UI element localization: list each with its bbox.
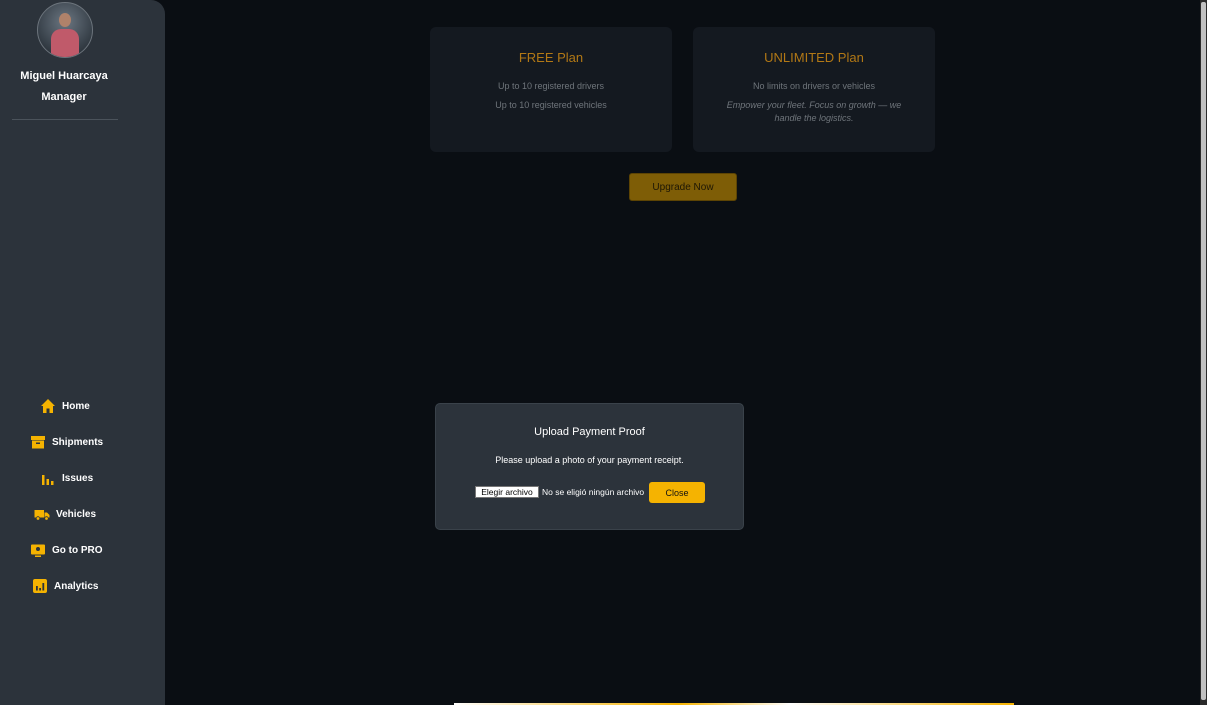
monitor-icon bbox=[31, 544, 45, 557]
plan-feature: No limits on drivers or vehicles bbox=[752, 81, 876, 91]
file-status-text: No se eligió ningún archivo bbox=[542, 487, 645, 497]
plan-title: UNLIMITED Plan bbox=[764, 50, 864, 65]
sidebar-item-label: Issues bbox=[62, 472, 94, 484]
sidebar-divider bbox=[12, 119, 118, 120]
plan-card-free: FREE Plan Up to 10 registered drivers Up… bbox=[430, 27, 672, 152]
plan-feature: Up to 10 registered vehicles bbox=[495, 100, 607, 110]
sidebar-item-label: Home bbox=[62, 400, 90, 412]
avatar-body bbox=[51, 29, 79, 57]
sidebar-item-label: Vehicles bbox=[56, 508, 97, 520]
modal-title: Upload Payment Proof bbox=[534, 426, 645, 438]
avatar-head bbox=[59, 13, 71, 27]
sidebar-item-home[interactable]: Home bbox=[40, 395, 90, 417]
user-role: Manager bbox=[41, 91, 87, 103]
sidebar-item-vehicles[interactable]: Vehicles bbox=[34, 503, 96, 525]
sidebar-item-label: Go to PRO bbox=[52, 544, 103, 556]
sidebar: Miguel Huarcaya Manager Home Shipments I… bbox=[0, 0, 165, 705]
plan-title: FREE Plan bbox=[518, 50, 584, 65]
sidebar-item-label: Shipments bbox=[52, 436, 104, 448]
bar-chart-icon bbox=[42, 475, 54, 485]
sidebar-item-issues[interactable]: Issues bbox=[40, 467, 93, 489]
scrollbar-thumb[interactable] bbox=[1201, 2, 1206, 700]
analytics-icon bbox=[33, 579, 47, 593]
home-icon bbox=[41, 399, 55, 413]
upload-payment-modal: Upload Payment Proof Please upload a pho… bbox=[435, 403, 744, 530]
sidebar-item-analytics[interactable]: Analytics bbox=[32, 575, 98, 597]
box-icon bbox=[31, 436, 45, 449]
close-button[interactable]: Close bbox=[649, 482, 705, 503]
user-name: Miguel Huarcaya bbox=[20, 70, 108, 82]
truck-icon bbox=[34, 510, 50, 521]
plan-feature: Up to 10 registered drivers bbox=[497, 81, 605, 91]
sidebar-item-go-to-pro[interactable]: Go to PRO bbox=[30, 539, 103, 561]
sidebar-item-label: Analytics bbox=[54, 580, 99, 592]
modal-description: Please upload a photo of your payment re… bbox=[495, 455, 684, 465]
choose-file-button[interactable]: Elegir archivo bbox=[475, 486, 539, 498]
avatar[interactable] bbox=[37, 2, 93, 58]
plan-tagline: Empower your fleet. Focus on growth — we… bbox=[726, 100, 902, 123]
upgrade-now-button[interactable]: Upgrade Now bbox=[629, 173, 737, 201]
sidebar-item-shipments[interactable]: Shipments bbox=[30, 431, 103, 453]
plan-card-unlimited: UNLIMITED Plan No limits on drivers or v… bbox=[693, 27, 935, 152]
